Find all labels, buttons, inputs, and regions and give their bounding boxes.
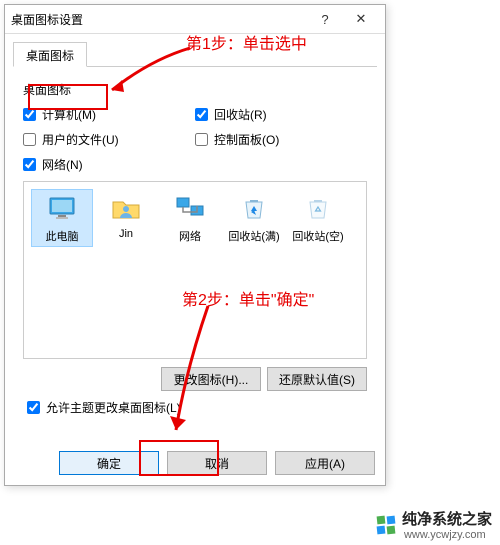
icon-user[interactable]: Jin [96, 190, 156, 246]
monitor-icon [46, 192, 78, 224]
network-icon [174, 192, 206, 224]
desktop-icons-dialog: 桌面图标设置 ? ✕ 桌面图标 桌面图标 计算机(M) 回收站(R) 用户的文件… [4, 4, 386, 486]
checkbox-network[interactable] [23, 158, 36, 171]
checkbox-computer[interactable] [23, 108, 36, 121]
icon-preview-box: 此电脑 Jin 网络 回收站(满) 回收站(空) [23, 181, 367, 359]
tab-strip: 桌面图标 [13, 42, 377, 67]
restore-defaults-button[interactable]: 还原默认值(S) [267, 367, 367, 391]
allow-theme-label: 允许主题更改桌面图标(L) [46, 399, 181, 416]
tab-desktop-icons[interactable]: 桌面图标 [13, 42, 87, 67]
recycle-empty-icon [302, 192, 334, 224]
checkbox-control-label: 控制面板(O) [214, 131, 279, 148]
watermark-url: www.ycwjzy.com [404, 529, 492, 541]
help-button[interactable]: ? [307, 8, 343, 30]
titlebar: 桌面图标设置 ? ✕ [5, 5, 385, 34]
icon-this-pc[interactable]: 此电脑 [32, 190, 92, 246]
checkbox-recycle[interactable] [195, 108, 208, 121]
recycle-full-icon [238, 192, 270, 224]
group-label: 桌面图标 [23, 81, 367, 98]
ok-button[interactable]: 确定 [59, 451, 159, 475]
change-icon-button[interactable]: 更改图标(H)... [161, 367, 261, 391]
checkbox-userfiles-label: 用户的文件(U) [42, 131, 119, 148]
apply-button[interactable]: 应用(A) [275, 451, 375, 475]
checkbox-computer-label: 计算机(M) [42, 106, 96, 123]
folder-user-icon [110, 192, 142, 224]
checkbox-userfiles[interactable] [23, 133, 36, 146]
icon-network[interactable]: 网络 [160, 190, 220, 246]
icon-recycle-empty[interactable]: 回收站(空) [288, 190, 348, 246]
checkbox-network-label: 网络(N) [42, 156, 83, 173]
watermark: 纯净系统之家 www.ycwjzy.com [376, 508, 492, 541]
watermark-logo-icon [376, 515, 396, 535]
close-button[interactable]: ✕ [343, 8, 379, 30]
icon-recycle-full[interactable]: 回收站(满) [224, 190, 284, 246]
cancel-button[interactable]: 取消 [167, 451, 267, 475]
window-title: 桌面图标设置 [11, 11, 307, 28]
checkbox-allow-theme[interactable] [27, 401, 40, 414]
tab-content: 桌面图标 计算机(M) 回收站(R) 用户的文件(U) 控制面板(O) [5, 67, 385, 426]
checkbox-recycle-label: 回收站(R) [214, 106, 267, 123]
checkbox-control[interactable] [195, 133, 208, 146]
watermark-brand: 纯净系统之家 [402, 508, 492, 529]
